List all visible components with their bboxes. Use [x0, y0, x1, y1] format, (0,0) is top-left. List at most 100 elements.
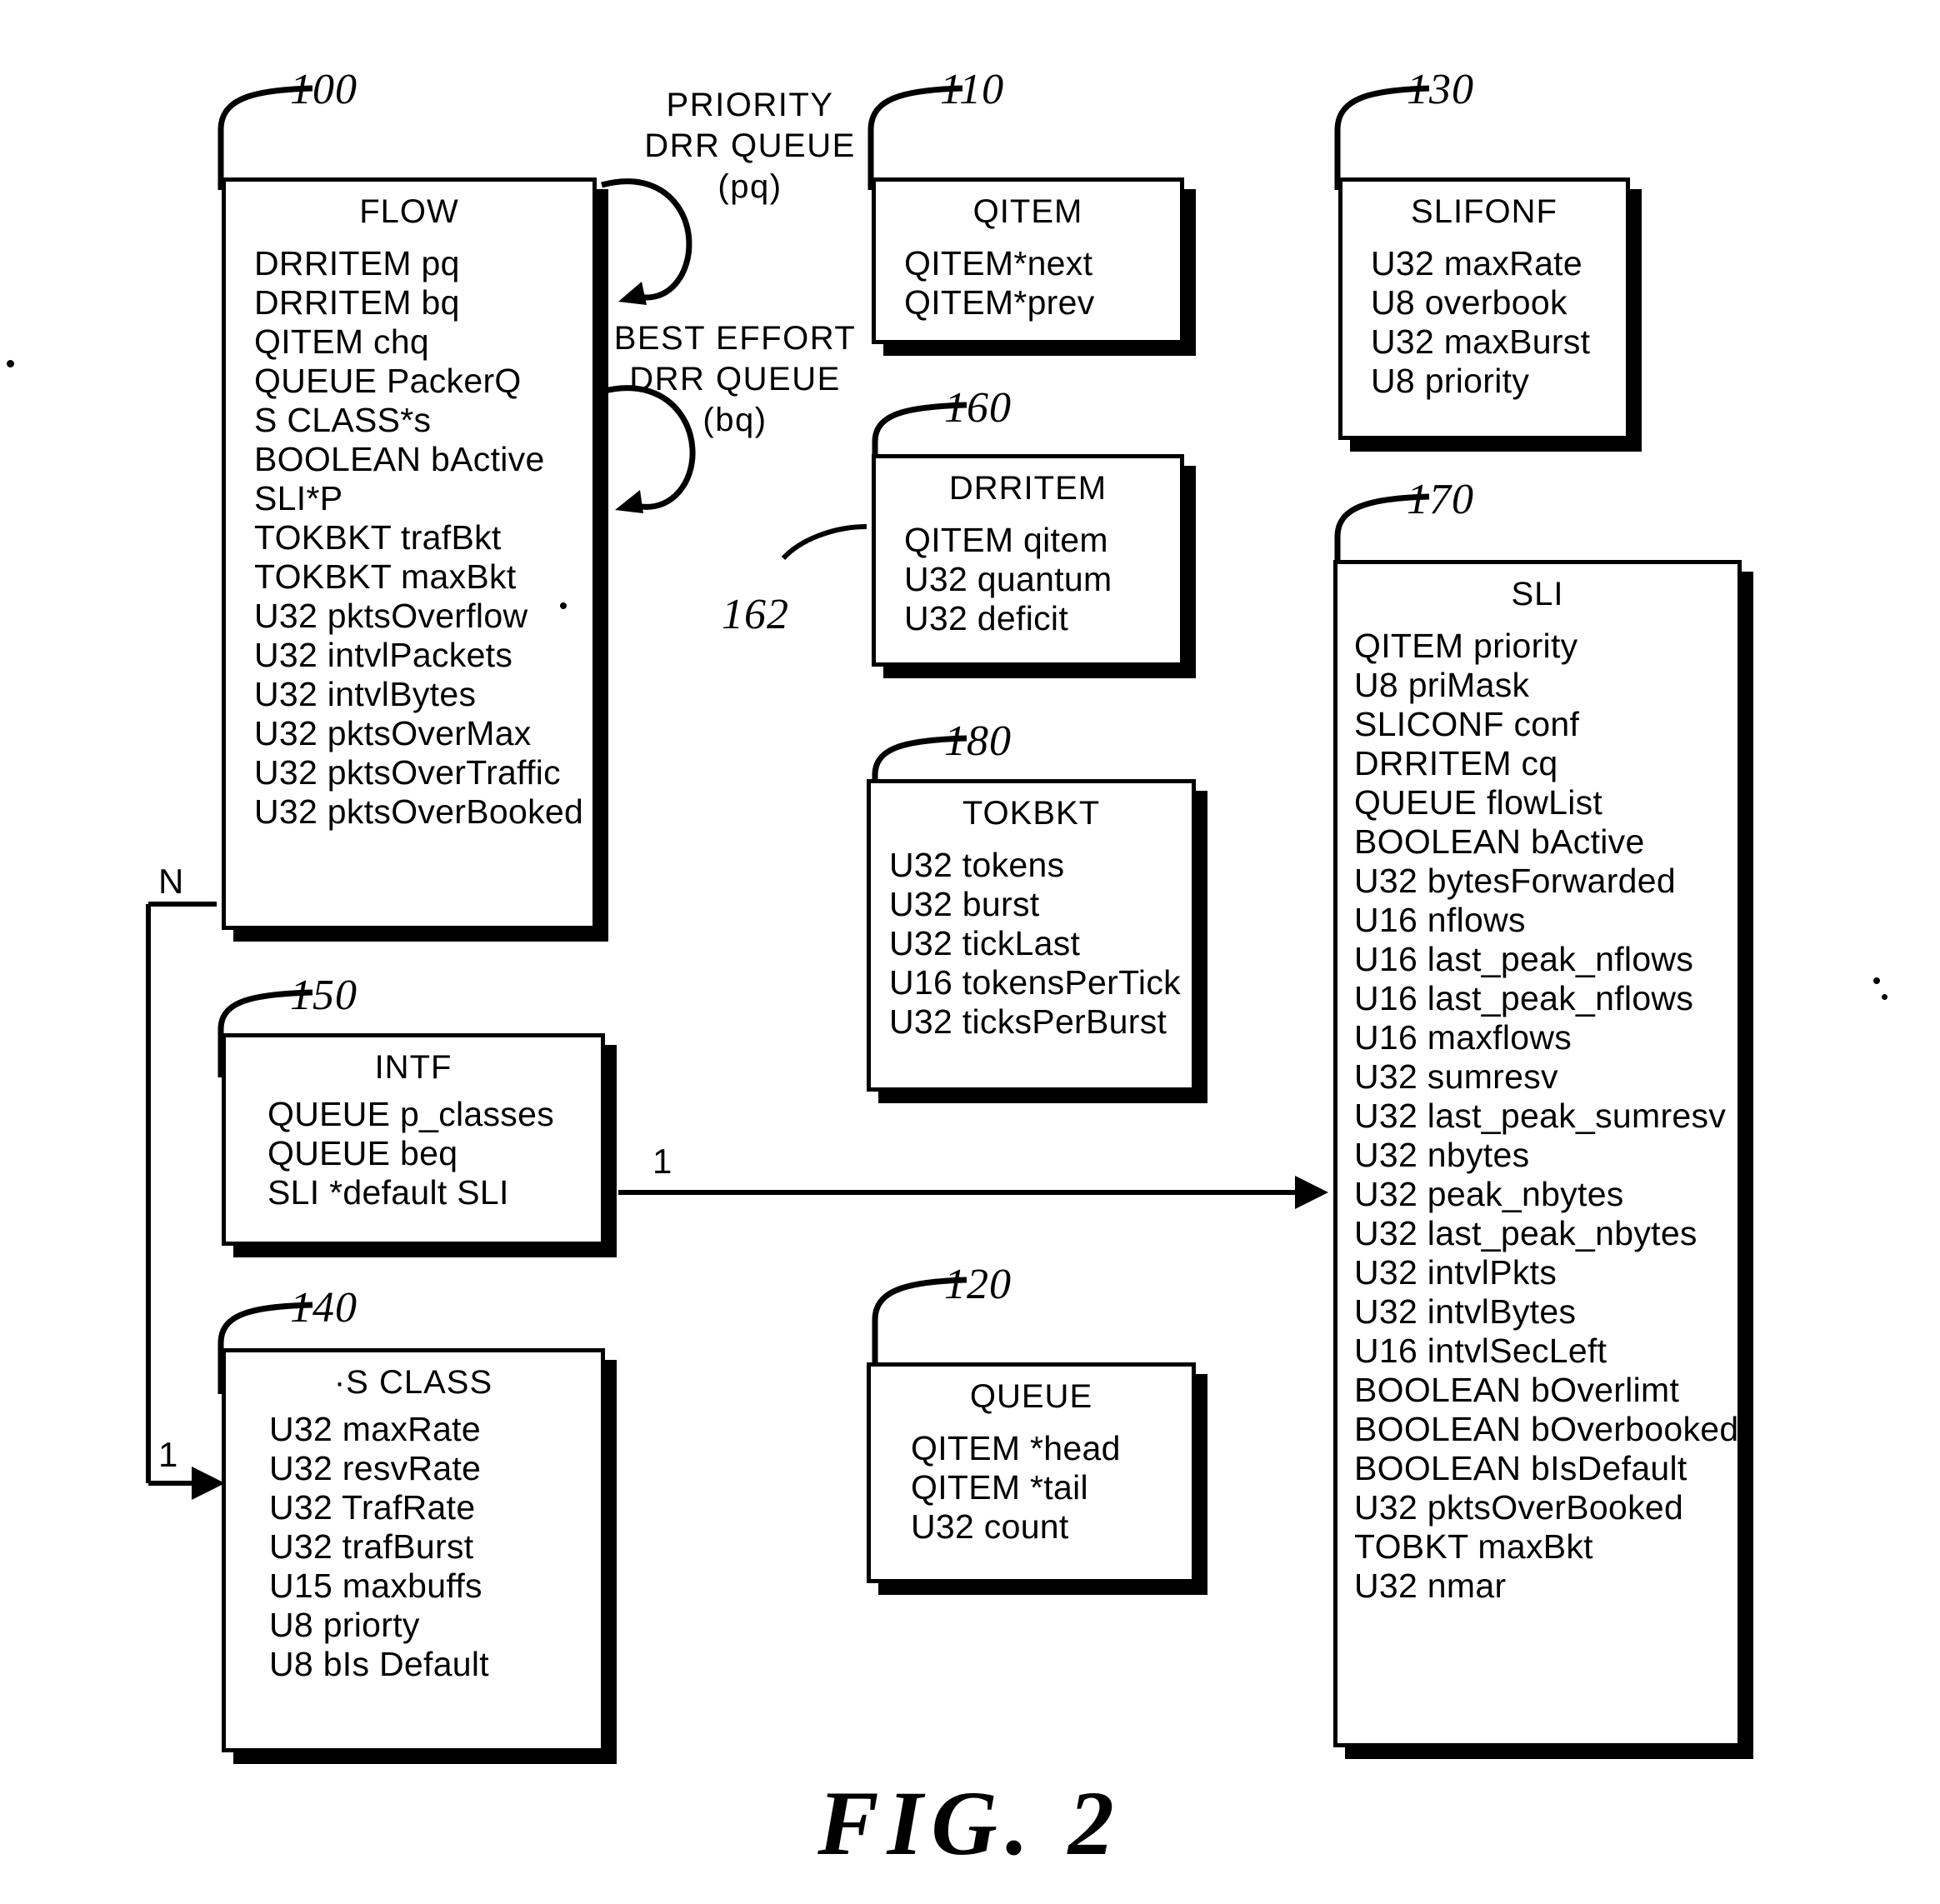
class-fields-qitem: QITEM*next QITEM*prev	[876, 244, 1180, 322]
figure-caption: FIG. 2	[818, 1772, 1122, 1874]
field-row: SLICONF conf	[1354, 705, 1580, 743]
class-title-intf: INTF	[374, 1049, 452, 1086]
field-row: U8 priorty	[269, 1606, 420, 1644]
class-fields-queue: QITEM *head QITEM *tail U32 count	[871, 1429, 1192, 1547]
field-row: SLI*P	[254, 479, 343, 517]
ref-number-100: 100	[290, 66, 358, 113]
field-row: DRRITEM cq	[1354, 744, 1558, 782]
class-box-sclass: ·S CLASS U32 maxRate U32 resvRate U32 Tr…	[222, 1348, 605, 1752]
class-box-queue: QUEUE QITEM *head QITEM *tail U32 count	[867, 1362, 1196, 1583]
class-box-sli: SLI QITEM priority U8 priMask SLICONF co…	[1333, 560, 1742, 1747]
field-row: U8 bIs Default	[269, 1645, 489, 1683]
field-row: U32 count	[911, 1507, 1069, 1546]
field-row: U32 ticksPerBurst	[889, 1002, 1168, 1041]
field-row: U16 nflows	[1354, 901, 1526, 939]
priority-label-line-3: (pq)	[718, 168, 782, 205]
field-row: U32 nbytes	[1354, 1136, 1530, 1174]
field-row: TOBKT maxBkt	[1354, 1527, 1593, 1566]
ref-number-162: 162	[722, 591, 789, 638]
field-row: BOOLEAN bActive	[254, 440, 545, 478]
field-row: U8 priMask	[1354, 666, 1530, 704]
field-row: U8 overbook	[1371, 283, 1568, 322]
field-row: U32 pktsOverBooked	[1354, 1488, 1684, 1527]
ref-number-180: 180	[944, 717, 1012, 765]
priority-label-line-2: DRR QUEUE	[644, 127, 856, 164]
field-row: QITEM*next	[904, 244, 1093, 282]
best-effort-label-line-2: DRR QUEUE	[629, 361, 841, 397]
field-row: TOKBKT maxBkt	[254, 557, 517, 596]
field-row: BOOLEAN bOverbooked	[1354, 1410, 1739, 1448]
field-row: U32 tickLast	[889, 924, 1081, 962]
field-row: U32 intvlPkts	[1354, 1253, 1558, 1292]
best-effort-label-line-1: BEST EFFORT	[613, 320, 857, 357]
field-row: U32 maxRate	[269, 1410, 481, 1448]
scan-speck	[1882, 994, 1888, 1000]
field-row: S CLASS*s	[254, 401, 432, 439]
field-row: U16 tokensPerTick	[889, 963, 1181, 1002]
field-row: U32 deficit	[904, 599, 1069, 637]
field-row: SLI *default SLI	[268, 1173, 509, 1212]
field-row: U32 burst	[889, 885, 1040, 923]
class-fields-drritem: QITEM qitem U32 quantum U32 deficit	[876, 521, 1180, 638]
class-box-tokbkt: TOKBKT U32 tokens U32 burst U32 tickLast…	[867, 779, 1196, 1092]
field-row: U16 last_peak_nflows	[1354, 979, 1694, 1017]
field-row: U32 pktsOverflow	[254, 597, 528, 635]
class-title-flow: FLOW	[359, 193, 459, 230]
field-row: U32 pktsOverMax	[254, 714, 532, 752]
class-fields-tokbkt: U32 tokens U32 burst U32 tickLast U16 to…	[871, 846, 1192, 1042]
field-row: U16 last_peak_nflows	[1354, 940, 1694, 978]
field-row: U32 last_peak_sumresv	[1354, 1097, 1727, 1135]
class-fields-intf: QUEUE p_classes QUEUE beq SLI *default S…	[226, 1095, 601, 1212]
field-row: U32 intvlBytes	[254, 675, 477, 713]
field-row: QITEM chq	[254, 322, 430, 361]
field-row: U32 tokens	[889, 846, 1065, 884]
ref-number-160: 160	[944, 384, 1012, 432]
class-title-sliconf: SLIFONF	[1411, 193, 1558, 230]
field-row: U8 priority	[1371, 362, 1530, 400]
scan-speck	[7, 360, 14, 367]
field-row: U32 last_peak_nbytes	[1354, 1214, 1698, 1252]
field-row: U32 sumresv	[1354, 1057, 1558, 1096]
class-title-qitem: QITEM	[972, 193, 1083, 230]
field-row: U32 TrafRate	[269, 1488, 476, 1527]
field-row: U32 quantum	[904, 560, 1112, 598]
priority-label-line-1: PRIORITY	[666, 87, 834, 123]
class-fields-sli: QITEM priority U8 priMask SLICONF conf D…	[1338, 627, 1738, 1606]
field-row: QUEUE flowList	[1354, 783, 1603, 822]
class-box-qitem: QITEM QITEM*next QITEM*prev	[872, 177, 1184, 344]
field-row: QUEUE PackerQ	[254, 362, 522, 400]
field-row: QITEM *tail	[911, 1468, 1088, 1507]
class-title-tokbkt: TOKBKT	[962, 795, 1101, 832]
field-row: BOOLEAN bIsDefault	[1354, 1449, 1688, 1487]
field-row: U32 maxBurst	[1371, 322, 1591, 361]
patent-figure-page: SLI (long horizontal arrow) --> S CLASS …	[0, 0, 1940, 1904]
ref-number-150: 150	[290, 972, 358, 1019]
class-box-flow: FLOW DRRITEM pq DRRITEM bq QITEM chq QUE…	[222, 177, 597, 930]
class-box-intf: INTF QUEUE p_classes QUEUE beq SLI *defa…	[222, 1033, 605, 1246]
multiplicity-n-label: N	[158, 862, 184, 901]
field-row: U16 maxflows	[1354, 1018, 1572, 1057]
field-row: TOKBKT trafBkt	[254, 518, 502, 557]
multiplicity-one-sclass-label: 1	[158, 1435, 178, 1474]
field-row: DRRITEM bq	[254, 283, 460, 322]
class-title-drritem: DRRITEM	[948, 470, 1108, 507]
scan-speck	[560, 602, 567, 609]
field-row: U15 maxbuffs	[269, 1567, 482, 1605]
class-box-drritem: DRRITEM QITEM qitem U32 quantum U32 defi…	[872, 454, 1184, 667]
field-row: U32 trafBurst	[269, 1527, 474, 1566]
field-row: U32 intvlPackets	[254, 636, 513, 674]
class-title-sli: SLI	[1511, 576, 1564, 612]
field-row: U32 intvlBytes	[1354, 1292, 1577, 1331]
ref-number-120: 120	[944, 1261, 1012, 1308]
field-row: BOOLEAN bOverlimt	[1354, 1371, 1680, 1409]
priority-drr-queue-label: PRIORITY DRR QUEUE (pq)	[633, 85, 867, 207]
class-fields-sliconf: U32 maxRate U8 overbook U32 maxBurst U8 …	[1342, 244, 1626, 401]
ref-number-110: 110	[940, 66, 1005, 113]
field-row: U32 pktsOverBooked	[254, 792, 584, 831]
class-fields-sclass: U32 maxRate U32 resvRate U32 TrafRate U3…	[226, 1410, 601, 1684]
class-box-sliconf: SLIFONF U32 maxRate U8 overbook U32 maxB…	[1338, 177, 1630, 440]
class-title-queue: QUEUE	[969, 1378, 1093, 1415]
field-row: U32 peak_nbytes	[1354, 1175, 1624, 1213]
field-row: U32 nmar	[1354, 1567, 1507, 1605]
field-row: QUEUE p_classes	[268, 1095, 555, 1133]
